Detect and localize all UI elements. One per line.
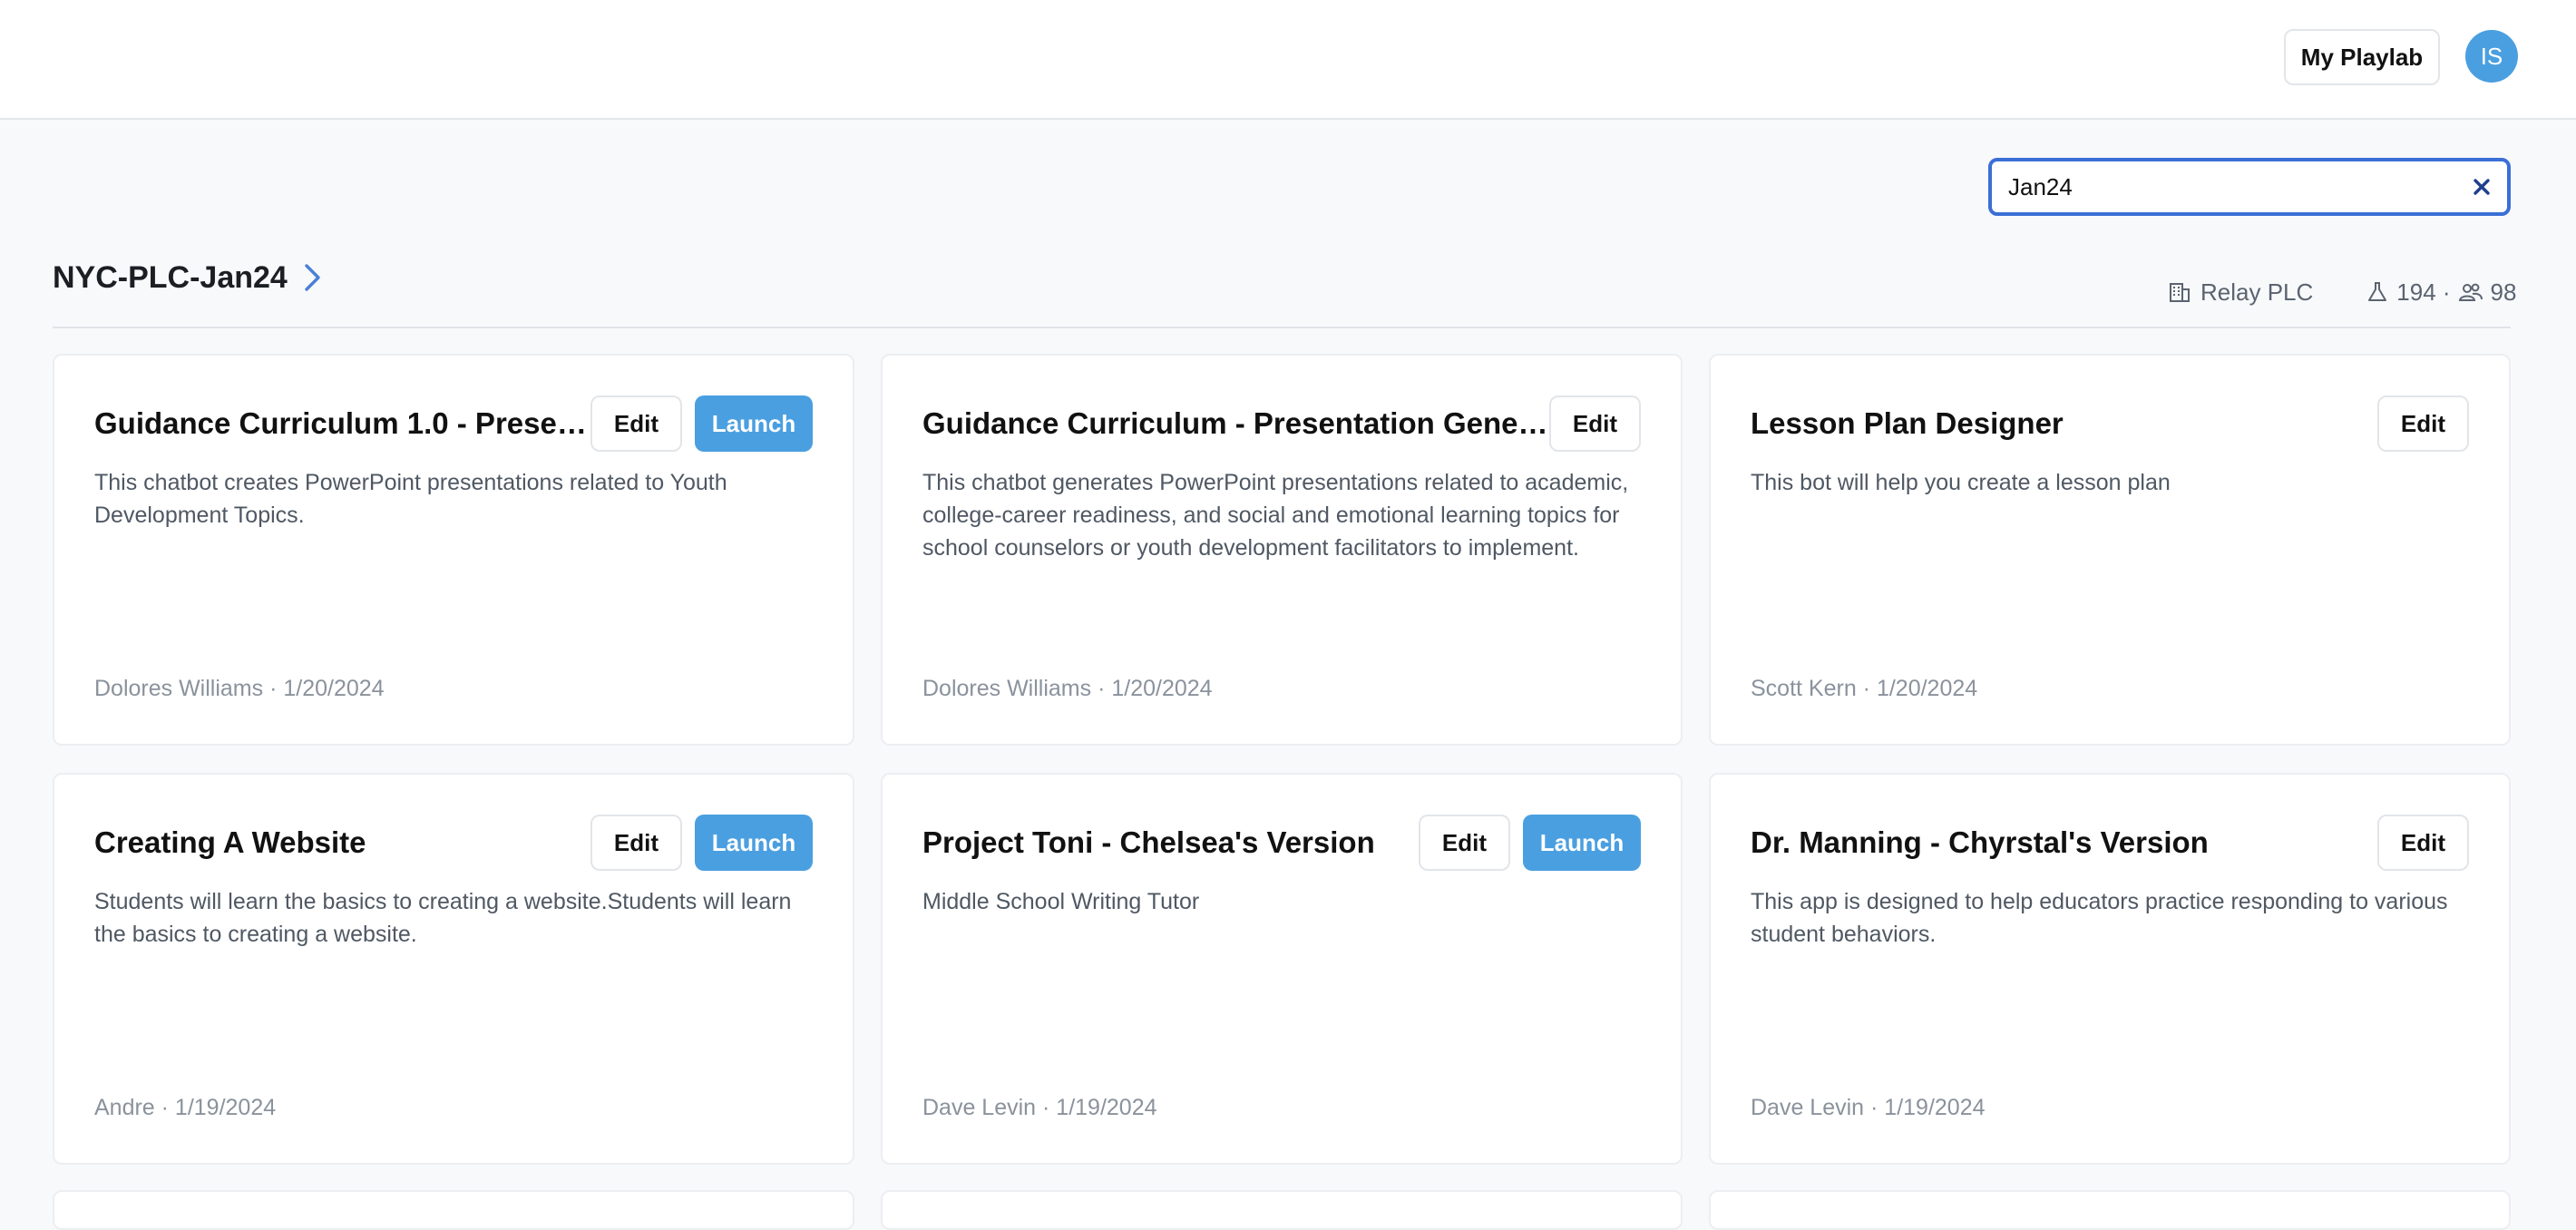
close-icon: [2474, 179, 2490, 195]
group-title[interactable]: NYC-PLC-Jan24: [53, 260, 288, 296]
group-meta: Relay PLC 194 · 98: [2168, 276, 2516, 308]
card-actions: Edit: [2376, 395, 2469, 452]
card-title: Guidance Curriculum 1.0 - Presentation G…: [94, 406, 602, 440]
card-actions: Edit: [2376, 815, 2469, 871]
card-meta: Dolores Williams · 1/20/2024: [94, 676, 385, 701]
card-title: Project Toni - Chelsea's Version: [922, 825, 1375, 859]
card-description: This bot will help you create a lesson p…: [1751, 470, 2171, 495]
groups-count: 98: [2490, 278, 2517, 306]
edit-button[interactable]: Edit: [2376, 395, 2469, 452]
card-meta: Dave Levin · 1/19/2024: [1751, 1095, 1986, 1120]
app-card[interactable]: Creating A Website Edit Launch Students …: [53, 773, 854, 1165]
edit-button[interactable]: Edit: [590, 395, 682, 452]
card-description: Middle School Writing Tutor: [922, 889, 1200, 914]
top-bar: My Playlab IS: [0, 0, 2576, 120]
edit-button[interactable]: Edit: [1548, 395, 1641, 452]
card-row-partial: [53, 1190, 2511, 1230]
chevron-right-icon[interactable]: [301, 261, 325, 294]
edit-button[interactable]: Edit: [1418, 815, 1510, 871]
edit-button[interactable]: Edit: [2376, 815, 2469, 871]
card-description: This chatbot creates PowerPoint presenta…: [94, 470, 727, 528]
edit-button[interactable]: Edit: [590, 815, 682, 871]
card-actions: Edit Launch: [590, 395, 813, 452]
org-name: Relay PLC: [2200, 278, 2314, 306]
divider: [53, 327, 2511, 328]
launch-button[interactable]: Launch: [695, 395, 813, 452]
search-box: [1988, 158, 2511, 216]
app-card[interactable]: Lesson Plan Designer Edit This bot will …: [1709, 354, 2511, 746]
members-count: 194 ·: [2396, 278, 2451, 306]
card-description: This app is designed to help educators p…: [1751, 889, 2448, 947]
card-meta: Dave Levin · 1/19/2024: [922, 1095, 1157, 1120]
app-card[interactable]: Guidance Curriculum - Presentation Gener…: [881, 354, 1683, 746]
card-title: Lesson Plan Designer: [1751, 406, 2064, 440]
building-icon: [2170, 283, 2190, 302]
users-icon: [2458, 283, 2483, 301]
card-meta: Scott Kern · 1/20/2024: [1751, 676, 1978, 701]
avatar[interactable]: IS: [2465, 30, 2518, 83]
card-actions: Edit Launch: [590, 815, 813, 871]
my-playlab-button[interactable]: My Playlab: [2284, 29, 2440, 85]
group-counts: 194 · 98: [2366, 278, 2516, 307]
card-meta: Dolores Williams · 1/20/2024: [922, 676, 1213, 701]
card-actions: Edit: [1548, 395, 1641, 452]
clear-search-button[interactable]: [2467, 172, 2496, 201]
card-meta: Andre · 1/19/2024: [94, 1095, 277, 1120]
app-card[interactable]: Dr. Manning - Chyrstal's Version Edit Th…: [1709, 773, 2511, 1165]
card-description: Students will learn the basics to creati…: [94, 889, 792, 947]
app-card[interactable]: [53, 1190, 854, 1230]
card-actions: Edit Launch: [1418, 815, 1641, 871]
launch-button[interactable]: Launch: [695, 815, 813, 871]
app-card[interactable]: Project Toni - Chelsea's Version Edit La…: [881, 773, 1683, 1165]
search-input[interactable]: [2008, 161, 2444, 212]
app-card[interactable]: [881, 1190, 1683, 1230]
flask-icon: [2368, 282, 2387, 301]
card-description: This chatbot generates PowerPoint presen…: [922, 470, 1629, 561]
card-title: Guidance Curriculum - Presentation Gener…: [922, 406, 1548, 440]
card-title: Creating A Website: [94, 825, 366, 859]
launch-button[interactable]: Launch: [1523, 815, 1641, 871]
card-title: Dr. Manning - Chyrstal's Version: [1751, 825, 2209, 859]
card-grid: Guidance Curriculum 1.0 - Presentation G…: [53, 354, 2511, 1165]
app-card[interactable]: [1709, 1190, 2511, 1230]
group-org: Relay PLC: [2168, 278, 2313, 307]
app-card[interactable]: Guidance Curriculum 1.0 - Presentation G…: [53, 354, 854, 746]
